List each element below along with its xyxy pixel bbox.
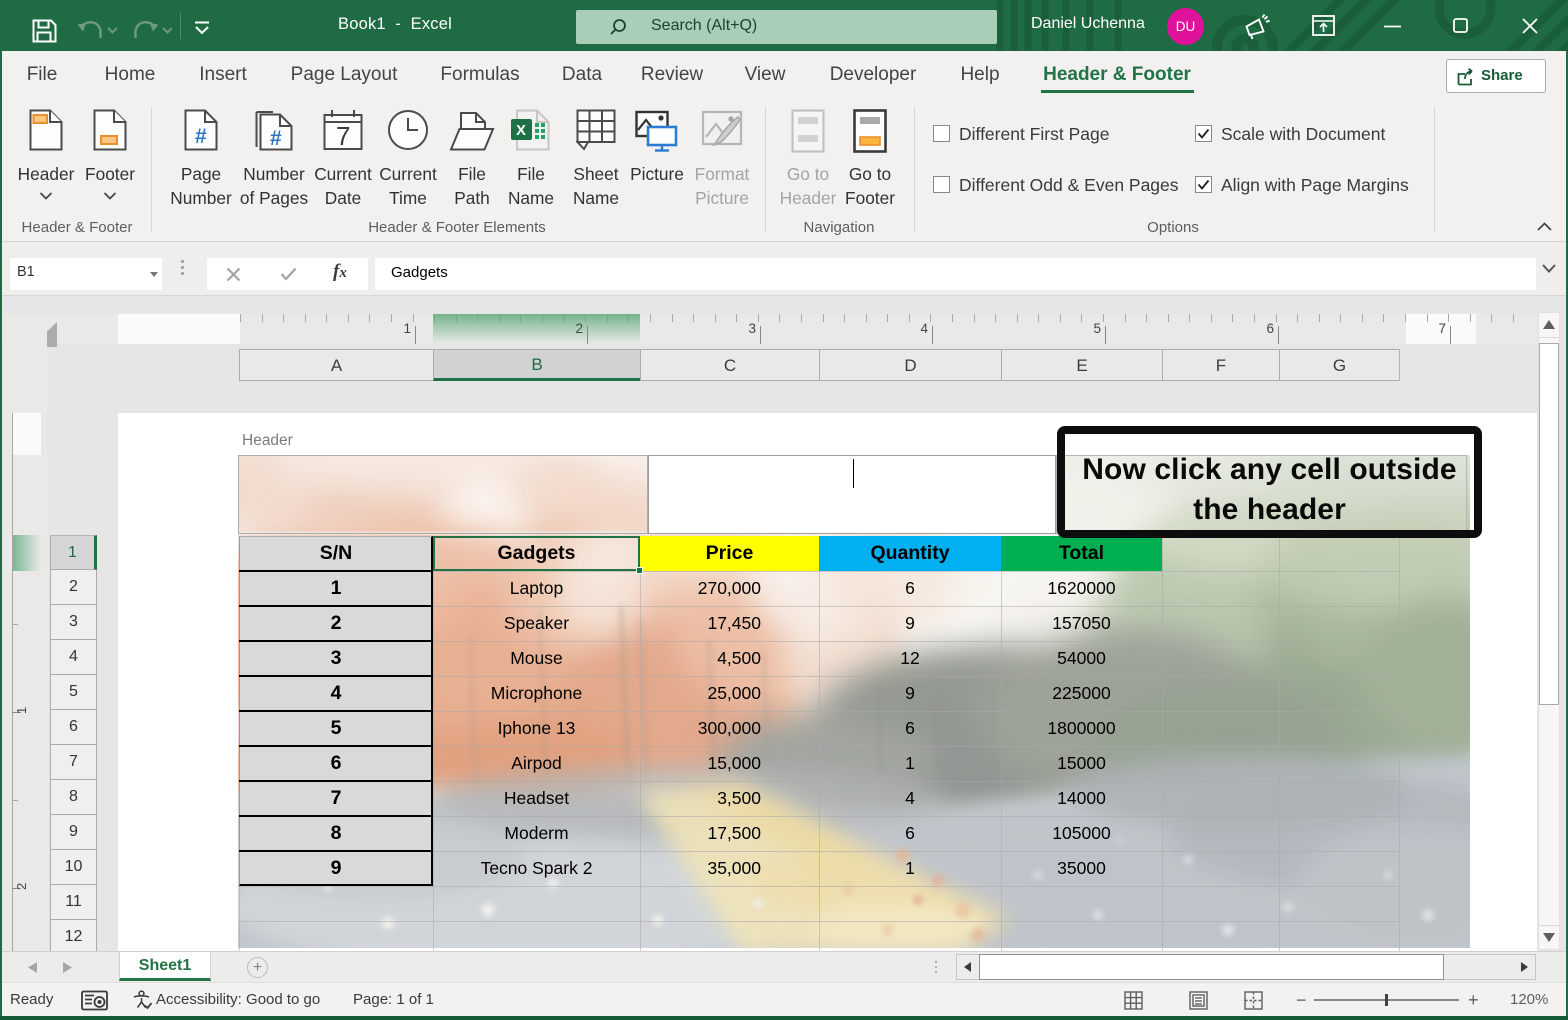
svg-text:7: 7 [336,121,350,151]
svg-text:#: # [270,127,282,150]
svg-text:#: # [195,125,207,148]
svg-text:X: X [516,122,526,139]
